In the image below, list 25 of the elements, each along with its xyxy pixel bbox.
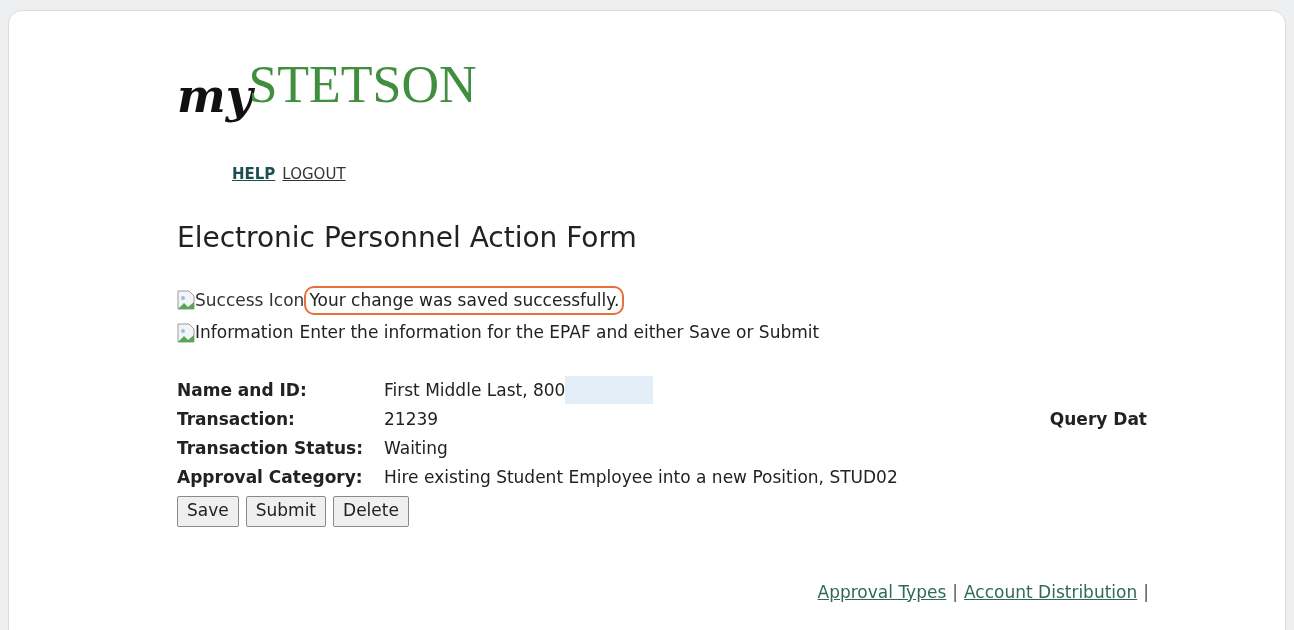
broken-image-icon: [177, 322, 195, 343]
nav-link[interactable]: LOGOUT: [282, 163, 346, 186]
nav-link[interactable]: HELP: [232, 163, 276, 186]
form-button[interactable]: Delete: [333, 495, 409, 527]
field-label: Name and ID:: [177, 378, 308, 402]
page-title: Electronic Personnel Action Form: [177, 223, 638, 252]
field-label: Transaction Status:: [177, 436, 364, 460]
message-text: Your change was saved successfully.: [304, 285, 625, 315]
form-button[interactable]: Save: [177, 495, 239, 527]
link-separator: |: [1143, 580, 1149, 604]
field-label: Approval Category:: [177, 465, 364, 489]
broken-image-icon: [177, 290, 195, 311]
image-alt-text: Information: [195, 321, 294, 344]
footer-link[interactable]: Approval Types: [817, 579, 947, 605]
field-label: Transaction:: [177, 407, 296, 431]
footer-link[interactable]: Account Distribution: [964, 579, 1138, 605]
field-value: Hire existing Student Employee into a new Position, STUD02: [384, 465, 898, 489]
form-button[interactable]: Submit: [245, 495, 327, 527]
message-text: Enter the information for the EPAF and either Save or Submit: [298, 321, 820, 344]
image-alt-text: Success Icon: [195, 288, 305, 312]
link-separator: |: [952, 580, 959, 604]
field-value: Waiting: [384, 436, 448, 460]
field-value: First Middle Last, 800: [384, 378, 566, 402]
field-value: 21239: [384, 407, 439, 431]
field-label: Query Dat: [1049, 407, 1147, 431]
